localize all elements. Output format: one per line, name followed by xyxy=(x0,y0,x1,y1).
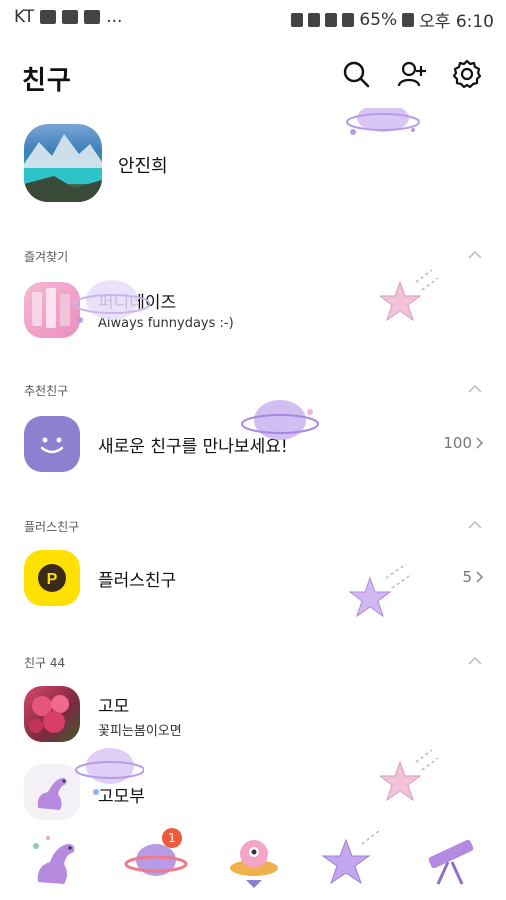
nav-friends-tab[interactable] xyxy=(22,826,94,890)
status-bar-right: 65% 오후 6:10 xyxy=(291,7,494,32)
cosmetics-product-image xyxy=(32,288,70,328)
mountain-lake-image xyxy=(24,134,102,202)
svg-text:P: P xyxy=(47,571,58,588)
nav-more-tab[interactable] xyxy=(414,826,486,890)
alien-ufo-icon xyxy=(230,840,278,888)
settings-gear-icon[interactable] xyxy=(451,58,483,90)
battery-icon xyxy=(402,12,415,27)
telescope-icon xyxy=(428,839,474,885)
recommended-smile-avatar xyxy=(24,416,80,472)
friend-avatar[interactable] xyxy=(24,764,80,820)
signal-icon xyxy=(342,12,355,27)
browser-notification-icon xyxy=(84,10,101,24)
collapse-friends-icon[interactable] xyxy=(468,656,482,666)
status-bar-left: KT ... xyxy=(14,7,122,27)
chevron-right-icon xyxy=(476,571,484,583)
recommended-count[interactable]: 100 xyxy=(443,434,484,452)
page-title: 친구 xyxy=(22,66,72,96)
carrier-label: KT xyxy=(14,7,35,27)
add-friend-icon[interactable] xyxy=(396,58,428,90)
nav-star-tab[interactable] xyxy=(316,826,388,890)
my-profile-avatar[interactable] xyxy=(24,124,102,202)
planet-chat-icon xyxy=(124,844,188,876)
star-icon xyxy=(321,829,381,885)
favorite-name: 퍼니데이즈 xyxy=(98,293,177,313)
search-icon[interactable] xyxy=(340,58,372,90)
battery-percent: 65% xyxy=(359,9,398,30)
hd-voice-icon xyxy=(308,12,321,27)
image-notification-icon xyxy=(40,10,57,24)
friend-avatar[interactable] xyxy=(24,686,80,742)
plus-friend-avatar: P xyxy=(24,550,80,606)
collapse-plus-friends-icon[interactable] xyxy=(468,520,482,530)
unread-chats-badge: 1 xyxy=(162,828,182,848)
collapse-recommended-icon[interactable] xyxy=(468,384,482,394)
nav-chats-tab[interactable]: 1 xyxy=(122,826,194,890)
dinosaur-image xyxy=(37,778,67,810)
app-header: 친구 xyxy=(0,48,506,102)
recommended-section-label: 추천친구 xyxy=(24,384,69,398)
my-profile-name: 안진희 xyxy=(118,156,168,177)
favorites-section-label: 즐겨찾기 xyxy=(24,250,69,264)
plus-friends-name: 플러스친구 xyxy=(98,571,177,591)
friend-row[interactable]: 고모 꽃피는봄이오면 xyxy=(0,684,506,744)
plus-friend-logo-icon: P xyxy=(38,564,66,592)
collapse-favorites-icon[interactable] xyxy=(468,250,482,260)
favorite-status-message: Always funnydays :-) xyxy=(98,316,234,331)
plus-friends-section-label: 플러스친구 xyxy=(24,520,80,534)
recommended-count-value: 100 xyxy=(443,434,472,452)
recommended-message: 새로운 친구를 만나보세요! xyxy=(98,437,288,457)
plus-friends-row[interactable]: P 플러스친구 5 xyxy=(0,548,506,608)
my-profile-row[interactable]: 안진희 xyxy=(0,124,506,204)
friend-row[interactable]: 고모부 xyxy=(0,762,506,822)
smile-face-icon xyxy=(40,437,64,454)
friend-status-message: 꽃피는봄이오면 xyxy=(98,724,182,739)
chevron-right-icon xyxy=(476,437,484,449)
wifi-icon xyxy=(325,12,338,27)
favorite-avatar[interactable] xyxy=(24,282,80,338)
bottom-navigation: 1 xyxy=(0,820,506,900)
more-notifications-indicator: ... xyxy=(106,7,123,27)
mail-notification-icon xyxy=(62,10,79,24)
nav-explore-tab[interactable] xyxy=(218,826,290,890)
favorite-item-row[interactable]: 퍼니데이즈 Always funnydays :-) xyxy=(0,280,506,340)
friends-section-label: 친구 44 xyxy=(24,656,66,670)
plus-friends-count-value: 5 xyxy=(462,568,472,586)
friend-name: 고모 xyxy=(98,697,130,717)
clock: 오후 6:10 xyxy=(419,12,494,32)
friend-name: 고모부 xyxy=(98,787,145,807)
plus-friends-count[interactable]: 5 xyxy=(462,568,484,586)
roses-image xyxy=(29,695,69,733)
status-bar: KT ... 65% 오후 6:10 xyxy=(0,0,506,36)
dinosaur-icon xyxy=(33,836,75,884)
recommended-friends-row[interactable]: 새로운 친구를 만나보세요! 100 xyxy=(0,414,506,474)
bluetooth-icon xyxy=(291,12,304,27)
